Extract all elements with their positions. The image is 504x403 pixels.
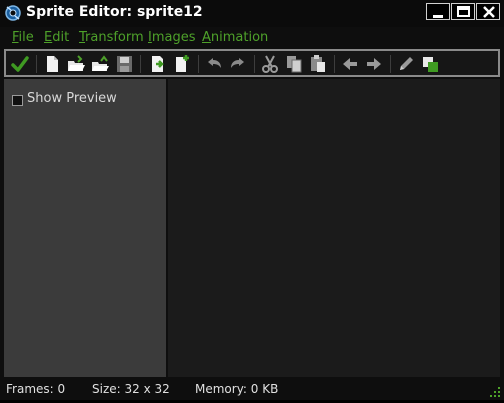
- minimize-icon: [433, 15, 443, 18]
- next-frame-icon: [367, 58, 381, 70]
- sprite-editor-window: Sprite Editor: sprite12 File Edit Transf…: [0, 0, 504, 400]
- status-frames: Frames: 0: [6, 382, 66, 396]
- title-bar[interactable]: Sprite Editor: sprite12: [0, 0, 504, 27]
- open-file-icon: [92, 55, 109, 71]
- export-button[interactable]: [172, 54, 192, 74]
- close-icon: [483, 6, 495, 18]
- toolbar-separator: [140, 55, 141, 73]
- maximize-button[interactable]: [451, 3, 475, 20]
- menu-animation-rest: nimation: [210, 30, 269, 45]
- import-icon: [152, 56, 164, 72]
- status-bar: Frames: 0 Size: 32 x 32 Memory: 0 KB: [0, 378, 504, 400]
- redo-button[interactable]: [228, 54, 248, 74]
- next-frame-button[interactable]: [364, 54, 384, 74]
- close-button[interactable]: [476, 3, 500, 20]
- menu-bar: File Edit Transform Images Animation: [0, 27, 504, 48]
- menu-transform[interactable]: Transform: [79, 30, 144, 45]
- show-preview-checkbox[interactable]: [12, 95, 23, 106]
- toolbar-separator: [254, 55, 255, 73]
- menu-edit-accel: E: [44, 30, 53, 45]
- import-button[interactable]: [148, 54, 168, 74]
- menu-edit-rest: dit: [52, 30, 70, 45]
- sprite-canvas[interactable]: [168, 79, 500, 377]
- new-button[interactable]: [42, 54, 62, 74]
- toolbar-separator: [390, 55, 391, 73]
- window-title: Sprite Editor: sprite12: [26, 4, 203, 20]
- previous-frame-button[interactable]: [340, 54, 360, 74]
- toolbar: [4, 49, 500, 77]
- minimize-button[interactable]: [426, 3, 450, 20]
- open-icon: [68, 55, 85, 71]
- layers-icon: [423, 57, 438, 72]
- open-button[interactable]: [66, 54, 86, 74]
- paste-icon: [311, 55, 325, 72]
- save-icon: [117, 56, 132, 72]
- edit-image-icon: [400, 57, 413, 70]
- edit-image-button[interactable]: [396, 54, 416, 74]
- export-icon: [176, 55, 189, 72]
- cut-icon: [262, 55, 278, 73]
- new-sprite-icon: [47, 56, 58, 72]
- cut-button[interactable]: [260, 54, 280, 74]
- status-size: Size: 32 x 32: [92, 382, 170, 396]
- previous-frame-icon: [343, 58, 357, 70]
- menu-edit[interactable]: Edit: [44, 30, 69, 45]
- maximize-icon: [457, 6, 470, 17]
- menu-images[interactable]: Images: [148, 30, 196, 45]
- paste-button[interactable]: [308, 54, 328, 74]
- sprite-editor-icon: [4, 4, 24, 22]
- undo-button[interactable]: [204, 54, 224, 74]
- left-panel: Show Preview: [4, 79, 166, 377]
- confirm-button[interactable]: [10, 54, 30, 74]
- menu-animation-accel: A: [202, 30, 211, 45]
- layers-button[interactable]: [420, 54, 440, 74]
- toolbar-separator: [198, 55, 199, 73]
- save-button[interactable]: [114, 54, 134, 74]
- resize-grip-icon[interactable]: [488, 384, 502, 398]
- redo-icon: [231, 58, 244, 68]
- copy-icon: [287, 56, 302, 73]
- toolbar-separator: [334, 55, 335, 73]
- menu-file-rest: ile: [18, 30, 34, 45]
- menu-animation[interactable]: Animation: [202, 30, 268, 45]
- menu-file[interactable]: File: [12, 30, 34, 45]
- show-preview-label[interactable]: Show Preview: [27, 91, 117, 106]
- confirm-icon: [11, 56, 29, 72]
- status-memory: Memory: 0 KB: [195, 382, 279, 396]
- menu-images-rest: mages: [151, 30, 196, 45]
- menu-transform-rest: ransform: [85, 30, 144, 45]
- open-file-button[interactable]: [90, 54, 110, 74]
- copy-button[interactable]: [284, 54, 304, 74]
- toolbar-separator: [36, 55, 37, 73]
- undo-icon: [208, 58, 221, 68]
